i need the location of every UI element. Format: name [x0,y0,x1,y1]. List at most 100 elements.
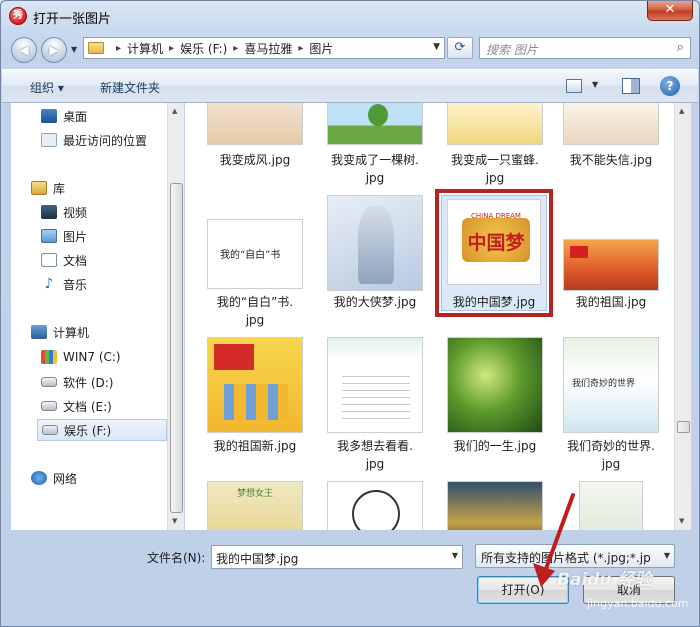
file-thumbnail[interactable] [327,481,423,530]
drive-icon [42,425,58,435]
desktop-icon [41,109,57,123]
close-button[interactable]: ✕ [647,1,693,21]
help-icon[interactable]: ? [660,76,680,96]
preview-pane-icon[interactable] [622,78,640,94]
recent-icon [41,133,57,147]
sidebar-item-label: 娱乐 (F:) [64,423,112,438]
sidebar-item-label: 图片 [63,229,88,244]
sidebar-item-pictures[interactable]: 图片 [41,225,167,247]
history-dropdown-icon[interactable]: ▼ [71,45,77,54]
address-dropdown-icon[interactable]: ▼ [433,42,440,52]
sidebar-item-recent[interactable]: 最近访问的位置 [41,129,167,151]
breadcrumb-himalaya[interactable]: 喜马拉雅 [244,40,292,57]
watermark-subtext: jingyan.baidu.com [587,597,689,610]
scroll-up-icon[interactable]: ▲ [172,107,177,115]
sidebar-item-label: 网络 [53,471,78,486]
file-name[interactable]: 我的祖国新.jpg [199,437,311,455]
sidebar-item-label: 音乐 [63,277,88,292]
file-name-ext: jpg [601,457,621,471]
sidebar-item-documents[interactable]: 文档 [41,249,167,271]
network-icon [31,471,47,485]
file-thumbnail[interactable] [447,337,543,433]
organize-button[interactable]: 组织 ▾ [30,79,64,96]
file-thumbnail[interactable]: 梦想女王 [207,481,303,530]
file-type-dropdown-icon[interactable]: ▼ [664,551,670,560]
sidebar-item-drive-e[interactable]: 文档 (E:) [41,395,167,417]
breadcrumb-separator[interactable]: ▸ [233,43,238,54]
search-placeholder: 搜索 图片 [486,43,538,57]
breadcrumb-pictures[interactable]: 图片 [309,40,333,57]
scrollbar-thumb[interactable] [677,421,690,433]
window-title: 打开一张图片 [33,12,112,27]
file-thumbnail[interactable] [327,103,423,145]
sidebar-scrollbar[interactable]: ▲ ▼ [167,103,184,530]
search-icon[interactable]: ⌕ [677,40,684,55]
file-thumbnail[interactable]: 我们奇妙的世界 [563,337,659,433]
file-list-scrollbar[interactable]: ▲ ▼ [674,103,691,530]
file-thumbnail[interactable] [327,337,423,433]
pictures-icon [41,229,57,243]
sidebar-item-label: 视频 [63,205,88,220]
sidebar-item-computer[interactable]: 计算机 [31,321,167,343]
sidebar-item-label: 计算机 [53,325,90,340]
file-thumbnail[interactable] [447,103,543,145]
breadcrumb-separator[interactable]: ▸ [169,43,174,54]
navigation-pane: 桌面 最近访问的位置 库 视频 图片 文档 ♪ 音乐 计算机 WIN7 (C:)… [11,103,167,530]
search-input[interactable]: 搜索 图片 ⌕ [479,37,691,59]
scrollbar-thumb[interactable] [170,183,183,513]
file-name[interactable]: 我多想去看看. [319,437,431,455]
file-name[interactable]: 我的大侠梦.jpg [319,293,431,311]
face-icon [352,490,400,530]
breadcrumb-drive-f[interactable]: 娱乐 (F:) [180,40,227,57]
filename-label: 文件名(N): [147,551,206,565]
file-name[interactable]: 我的祖国.jpg [555,293,667,311]
scroll-up-icon[interactable]: ▲ [679,107,684,115]
sidebar-item-network[interactable]: 网络 [31,467,167,489]
forward-button[interactable]: ▶ [41,37,67,63]
file-name[interactable]: 我不能失信.jpg [555,151,667,169]
file-name[interactable]: 我变成风.jpg [199,151,311,169]
file-name[interactable]: 我们的一生.jpg [439,437,551,455]
sidebar-item-library[interactable]: 库 [31,177,167,199]
file-name[interactable]: 我们奇妙的世界. [555,437,667,455]
file-thumbnail[interactable] [563,239,659,291]
sidebar-item-drive-f[interactable]: 娱乐 (F:) [37,419,167,441]
sidebar-item-videos[interactable]: 视频 [41,201,167,223]
drive-icon [41,401,57,411]
file-name[interactable]: 我的“自白”书. [199,293,311,311]
documents-icon [41,253,57,267]
file-thumbnail[interactable]: 我的“自白”书 [207,219,303,289]
sidebar-item-music[interactable]: ♪ 音乐 [41,273,167,295]
file-name-ext: jpg [365,457,385,471]
back-button[interactable]: ◀ [11,37,37,63]
video-icon [41,205,57,219]
library-icon [31,181,47,195]
breadcrumb-separator[interactable]: ▸ [116,43,121,54]
sidebar-item-desktop[interactable]: 桌面 [41,105,167,127]
swordsman-figure [358,206,394,284]
file-thumbnail[interactable] [563,103,659,145]
file-thumbnail[interactable] [207,337,303,433]
address-bar[interactable]: ▸ 计算机 ▸ 娱乐 (F:) ▸ 喜马拉雅 ▸ 图片 ▼ [83,37,445,59]
filename-dropdown-icon[interactable]: ▼ [452,551,458,560]
file-name[interactable]: 我变成一只蜜蜂. [439,151,551,169]
file-thumbnail[interactable]: 中国梦 CHINA DREAM [447,199,541,285]
filename-input[interactable]: 我的中国梦.jpg ▼ [211,545,463,569]
scroll-down-icon[interactable]: ▼ [172,517,177,525]
change-view-icon[interactable] [566,79,582,93]
sidebar-item-label: 软件 (D:) [63,375,114,390]
file-thumbnail[interactable] [327,195,423,291]
new-folder-button[interactable]: 新建文件夹 [100,79,160,96]
breadcrumb-separator[interactable]: ▸ [298,43,303,54]
refresh-button[interactable]: ⟳ [447,37,473,59]
sidebar-item-drive-c[interactable]: WIN7 (C:) [41,346,167,368]
drive-icon [41,377,57,387]
file-thumbnail[interactable] [207,103,303,145]
breadcrumb-computer[interactable]: 计算机 [127,40,163,57]
file-name[interactable]: 我的中国梦.jpg [438,293,550,311]
view-dropdown-icon[interactable]: ▼ [592,80,598,89]
file-name[interactable]: 我变成了一棵树. [319,151,431,169]
sidebar-item-drive-d[interactable]: 软件 (D:) [41,371,167,393]
music-icon: ♪ [44,276,54,292]
scroll-down-icon[interactable]: ▼ [679,517,684,525]
